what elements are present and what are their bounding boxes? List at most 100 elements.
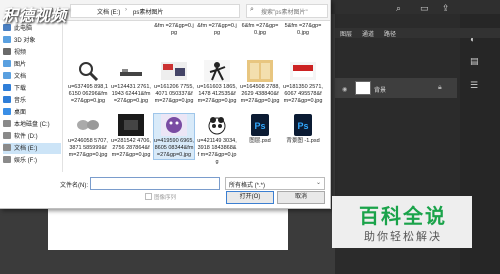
search-icon[interactable]: ⌕ — [396, 3, 401, 14]
file-item[interactable]: 632,27373 09816&fm =27&gp=0.jpg — [240, 22, 280, 37]
image-thumbnail-icon — [247, 60, 273, 82]
sidebar-item-label: 图片 — [14, 62, 27, 68]
sidebar-item-label: 桌面 — [14, 110, 27, 116]
image-thumbnail-icon — [290, 60, 316, 82]
file-item[interactable]: Ps 背景图 -1.psd — [283, 114, 323, 145]
file-name: (2).jpg — [68, 22, 108, 23]
folder-icon — [3, 120, 11, 127]
file-item[interactable]: (2).jpg — [68, 22, 108, 23]
file-item[interactable]: 441,60796 0721&fm =27&gp=0.jpg — [197, 22, 237, 37]
breadcrumb-drive[interactable]: 文档 (E:) — [97, 7, 120, 16]
file-name: u=124431 2761,1943 62441&fm =27&gp=0.jpg — [111, 84, 151, 104]
svg-text:Ps: Ps — [254, 121, 265, 131]
sidebar-item[interactable]: 软件 (D:) — [3, 131, 61, 142]
file-item[interactable]: u=637495 898,16150 06296&fm =27&gp=0.jpg — [68, 60, 108, 105]
file-item[interactable]: u=124431 2761,1943 62441&fm =27&gp=0.jpg — [111, 60, 151, 105]
folder-icon — [3, 156, 11, 163]
lock-icon: 🔒︎ — [438, 84, 442, 91]
open-button[interactable]: 打开(O) — [226, 191, 274, 204]
file-name: u=637495 898,16150 06296&fm =27&gp=0.jpg — [68, 84, 108, 104]
file-item[interactable]: u=421149 3034,3918 1843868&f m=27&gp=0.j… — [197, 114, 237, 166]
properties-icon[interactable]: ☰ — [470, 80, 478, 91]
sidebar-item[interactable]: 视频 — [3, 47, 61, 58]
folder-icon — [3, 36, 11, 43]
psd-file-icon: Ps — [247, 114, 273, 136]
image-thumbnail-icon — [204, 114, 230, 136]
sidebar-item[interactable]: 下载 — [3, 83, 61, 94]
file-name: u=181350 2571,6067 495578&f m=27&gp=0.jp… — [283, 84, 323, 104]
file-name: 664,74294 88025&fm =27&gp=0.jpg — [284, 23, 322, 36]
psd-file-icon: Ps — [290, 114, 316, 136]
file-item[interactable]: 52,374704 4349&fm =27&gp=0.jpg — [154, 22, 194, 37]
folder-icon — [3, 96, 11, 103]
file-name: 背景图 -1.psd — [286, 138, 320, 144]
sidebar-item-label: 本地磁盘 (C:) — [14, 122, 50, 128]
filetype-value: 所有格式 (*.*) — [229, 183, 266, 189]
workspace-icon[interactable]: ▭ — [420, 3, 429, 14]
search-placeholder: 搜索"ps素材图片" — [261, 10, 308, 16]
folder-icon — [3, 60, 11, 67]
file-name: 441,60796 0721&fm =27&gp=0.jpg — [197, 23, 237, 36]
image-thumbnail-icon — [118, 114, 144, 136]
sidebar-item-label: 此电脑 — [14, 26, 33, 32]
tab-paths[interactable]: 路径 — [384, 29, 396, 38]
file-item[interactable]: u=181350 2571,6067 495578&f m=27&gp=0.jp… — [283, 60, 323, 105]
file-item[interactable]: Ps 图层.psd — [240, 114, 280, 145]
sidebar-item[interactable]: 文档 — [3, 71, 61, 82]
image-thumbnail-icon — [75, 114, 101, 136]
visibility-eye-icon[interactable]: ◉ — [342, 86, 347, 93]
file-item[interactable]: u=419590 6965,8605 08344&fm =27&gp=0.jpg — [153, 113, 195, 160]
filetype-select[interactable]: 所有格式 (*.*) ⌄ — [225, 177, 325, 190]
image-sequence-label: 图像序列 — [154, 195, 177, 201]
layer-name: 背景 — [374, 88, 387, 94]
sidebar-item-label: 文档 — [14, 74, 27, 80]
sidebar-item[interactable]: 桌面 — [3, 107, 61, 118]
sidebar-item[interactable]: 图片 — [3, 59, 61, 70]
image-sequence-checkbox[interactable]: 图像序列 — [145, 193, 176, 201]
adjustments-icon[interactable]: ▤ — [470, 56, 479, 67]
filename-label: 文件名(N): — [60, 183, 88, 189]
sidebar-item-label: 3D 对象 — [14, 38, 36, 44]
sidebar-item[interactable]: 娱乐 (F:) — [3, 155, 61, 166]
file-item[interactable]: u=161603 1865,1478 412535&f m=27&gp=0.jp… — [197, 60, 237, 105]
svg-text:Ps: Ps — [297, 121, 308, 131]
file-name: 图层.psd — [249, 138, 271, 144]
navigation-pane: 此电脑 3D 对象视频图片文档下载音乐桌面本地磁盘 (C:) 软件 (D:) 文档 (… — [0, 20, 63, 172]
sidebar-item[interactable]: 本地磁盘 (C:) — [3, 119, 61, 130]
file-item[interactable]: u=246058 5707,3871 585999&f m=27&gp=0.jp… — [68, 114, 108, 159]
file-name: u=419590 6965,8605 08344&fm =27&gp=0.jpg — [154, 138, 194, 158]
sidebar-item-label: 文档 (E:) — [14, 146, 38, 152]
search-input[interactable]: ⌕ 搜索"ps素材图片" — [246, 4, 328, 18]
file-name: u=421149 3034,3918 1843868&f m=27&gp=0.j… — [197, 138, 237, 165]
file-item[interactable]: u=164508 2788,2629 438840&f m=27&gp=0.jp… — [240, 60, 280, 105]
folder-icon — [3, 132, 11, 139]
folder-icon — [3, 144, 11, 151]
sidebar-item-label: 音乐 — [14, 98, 27, 104]
filename-field[interactable] — [90, 177, 220, 190]
tab-layers[interactable]: 图层 — [340, 29, 352, 38]
search-icon: ⌕ — [250, 6, 254, 13]
breadcrumb-folder[interactable]: ps素材图片 — [133, 7, 163, 16]
layers-panel-tabs — [335, 28, 500, 38]
file-item[interactable]: u=161206 7755,4071 050337&f m=27&gp=0.jp… — [154, 60, 194, 105]
tab-channels[interactable]: 通道 — [362, 29, 374, 38]
open-file-dialog: ← → ⌄ ↑ 文档 (E:) › ps素材图片 ⌕ 搜索"ps素材图片" 此电… — [0, 0, 331, 209]
sidebar-item-label: 下载 — [14, 86, 27, 92]
watermark-logo: 积德视频 — [2, 6, 67, 25]
file-item[interactable]: u=281542 4706,2756 287864&f m=27&gp=0.jp… — [111, 114, 151, 159]
file-name: u=164508 2788,2629 438840&f m=27&gp=0.jp… — [240, 84, 280, 104]
sidebar-item[interactable]: 音乐 — [3, 95, 61, 106]
folder-icon — [3, 72, 11, 79]
file-item[interactable]: 664,74294 88025&fm =27&gp=0.jpg — [283, 22, 323, 37]
sidebar-item-label: 软件 (D:) — [14, 134, 38, 140]
sidebar-item[interactable]: 文档 (E:) — [3, 143, 61, 154]
chevron-down-icon: ⌄ — [315, 180, 321, 186]
cancel-button[interactable]: 取消 — [277, 191, 325, 204]
breadcrumb[interactable]: 文档 (E:) › ps素材图片 — [70, 4, 240, 18]
file-name: 52,374704 4349&fm =27&gp=0.jpg — [154, 23, 194, 36]
image-thumbnail-icon — [75, 60, 101, 82]
image-thumbnail-icon — [204, 60, 230, 82]
baike-subtitle: 助你轻松解决 — [364, 231, 442, 243]
share-icon[interactable]: ⇪ — [442, 3, 450, 14]
sidebar-item[interactable]: 3D 对象 — [3, 35, 61, 46]
